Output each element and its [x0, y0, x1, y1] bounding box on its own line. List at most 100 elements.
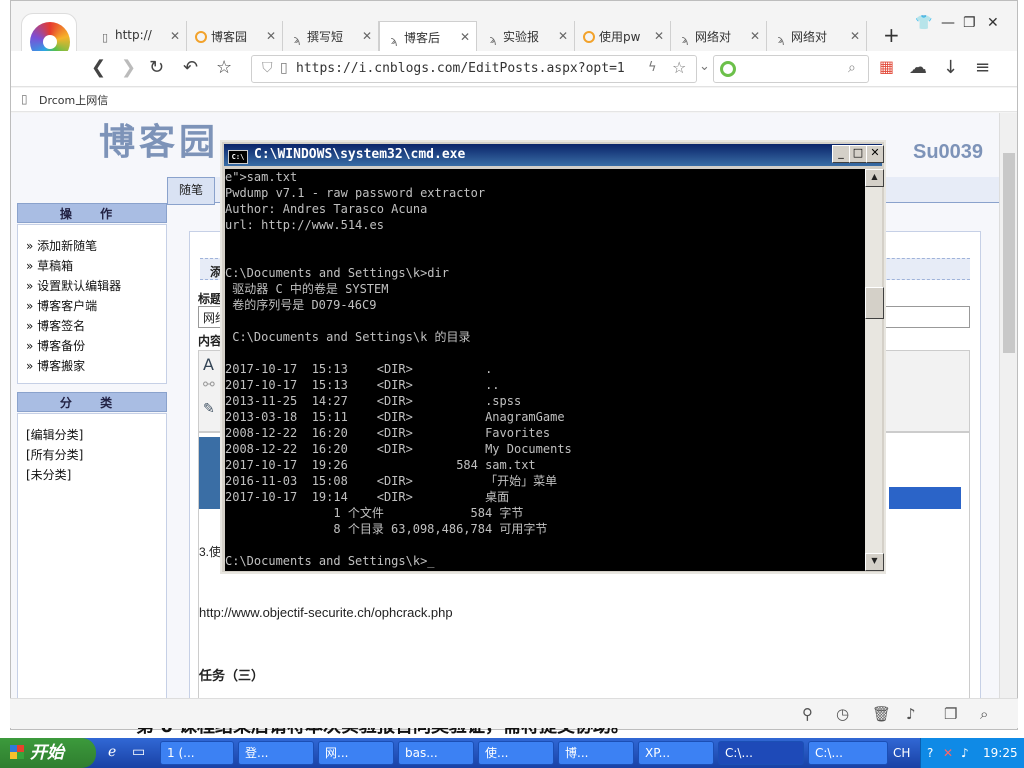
circle-icon [583, 31, 595, 43]
star-icon[interactable]: ☆ [216, 57, 232, 78]
user-name[interactable]: Su0039 [913, 141, 983, 164]
trash-icon[interactable]: 🗑 [872, 705, 891, 723]
ops-item-add-post[interactable]: » 添加新随笔 [26, 237, 97, 254]
link-icon[interactable]: ⚯ [203, 377, 215, 393]
page-icon: ▯ [101, 31, 109, 44]
undo-icon[interactable]: ↶ [183, 57, 198, 78]
back-icon[interactable]: ❮ [91, 57, 106, 78]
close-icon[interactable]: ✕ [170, 29, 180, 43]
paw-icon: ϡ [390, 34, 398, 47]
edit-icon[interactable]: ✎ [203, 401, 215, 417]
window-icon[interactable]: ❐ [944, 705, 957, 723]
scroll-down-icon[interactable]: ▼ [865, 553, 884, 571]
close-icon[interactable]: ✕ [558, 29, 568, 43]
cmd-title: C:\WINDOWS\system32\cmd.exe [254, 147, 466, 162]
ops-item-signature[interactable]: » 博客签名 [26, 317, 85, 334]
new-tab-button[interactable]: + [883, 23, 900, 47]
speed-icon[interactable]: ◷ [836, 705, 849, 723]
category-all[interactable]: [所有分类] [26, 446, 83, 463]
tab-network-1[interactable]: ϡ 网络对 ✕ [671, 21, 767, 51]
task-blog[interactable]: 博... [558, 741, 634, 765]
show-desktop-icon[interactable]: ▭ [132, 744, 145, 760]
close-icon[interactable]: ✕ [850, 29, 860, 43]
tab-posts[interactable]: 随笔 [167, 177, 215, 205]
paw-icon: ϡ [777, 33, 785, 46]
close-icon[interactable]: ✕ [362, 29, 372, 43]
ops-item-drafts[interactable]: » 草稿箱 [26, 257, 73, 274]
bookmark-star-icon[interactable]: ☆ [672, 58, 686, 77]
start-button[interactable]: 开始 [0, 738, 96, 768]
minimize-icon[interactable]: — [941, 15, 955, 31]
download-icon[interactable]: ↓ [943, 57, 958, 78]
ops-item-move[interactable]: » 博客搬家 [26, 357, 85, 374]
cmd-maximize-button[interactable]: □ [849, 145, 867, 163]
chevron-down-icon[interactable]: ⌄ [699, 59, 710, 74]
paw-icon: ϡ [681, 33, 689, 46]
ops-item-backup[interactable]: » 博客备份 [26, 337, 85, 354]
network-off-icon[interactable]: ✕ [943, 738, 953, 768]
ophcrack-link[interactable]: http://www.objectif-securite.ch/ophcrack… [199, 605, 453, 620]
cmd-close-button[interactable]: ✕ [866, 145, 884, 163]
category-edit[interactable]: [编辑分类] [26, 426, 83, 443]
close-window-icon[interactable]: ✕ [987, 15, 999, 31]
category-uncategorized[interactable]: [未分类] [26, 466, 71, 483]
font-color-icon[interactable]: A [203, 355, 214, 374]
search-icon[interactable]: ⌕ [848, 60, 856, 76]
page-scrollbar[interactable] [999, 113, 1017, 699]
nav-bar: ❮ ❯ ↻ ↶ ☆ ⛉ ▯ https://i.cnblogs.com/Edit… [11, 51, 1017, 87]
address-bar[interactable]: ⛉ ▯ https://i.cnblogs.com/EditPosts.aspx… [251, 55, 697, 83]
scroll-thumb[interactable] [1003, 153, 1015, 353]
task-bas[interactable]: bas... [398, 741, 474, 765]
search-input[interactable]: ⌕ [713, 55, 869, 83]
url-text: https://i.cnblogs.com/EditPosts.aspx?opt… [296, 61, 625, 76]
title-label: 标题 [198, 292, 223, 306]
close-icon[interactable]: ✕ [266, 29, 276, 43]
tab-blog-admin[interactable]: ϡ 博客后 ✕ [379, 21, 477, 51]
close-icon[interactable]: ✕ [460, 30, 470, 44]
tab-network-2[interactable]: ϡ 网络对 ✕ [767, 21, 867, 51]
task-heading: 任务（三） [199, 669, 265, 684]
scroll-up-icon[interactable]: ▲ [865, 169, 884, 187]
tab-write[interactable]: ϡ 撰写短 ✕ [283, 21, 379, 51]
task-cmd[interactable]: C:\... [718, 741, 804, 765]
ops-header: 操 作 [17, 203, 167, 223]
task-explorer[interactable]: C:\... [808, 741, 888, 765]
tab-report[interactable]: ϡ 实验报 ✕ [479, 21, 575, 51]
language-indicator[interactable]: CH [893, 738, 910, 768]
close-icon[interactable]: ✕ [654, 29, 664, 43]
tab-cnblogs[interactable]: 博客园 ✕ [187, 21, 283, 51]
task-use[interactable]: 使... [478, 741, 554, 765]
task-word[interactable]: 1 (... [160, 741, 234, 765]
ops-item-client[interactable]: » 博客客户端 [26, 297, 97, 314]
task-network[interactable]: 网... [318, 741, 394, 765]
cloud-icon[interactable]: ☁ [909, 57, 927, 78]
lightning-icon[interactable]: ϟ [648, 60, 657, 75]
tab-http[interactable]: ▯ http://✕ [91, 21, 187, 51]
ie-icon[interactable]: ℯ [108, 744, 116, 760]
reload-icon[interactable]: ↻ [149, 57, 164, 78]
cmd-minimize-button[interactable]: _ [832, 145, 850, 163]
bookmark-drcom[interactable]: Drcom上网信 [39, 92, 108, 108]
zoom-icon[interactable]: ⌕ [980, 705, 988, 723]
menu-icon[interactable]: ≡ [975, 57, 990, 78]
cmd-scrollbar[interactable]: ▲ ▼ [865, 169, 884, 571]
cmd-window[interactable]: C:\ C:\WINDOWS\system32\cmd.exe _ □ ✕ e">… [220, 140, 886, 574]
maximize-icon[interactable]: ❐ [963, 15, 976, 31]
cmd-scroll-thumb[interactable] [865, 287, 884, 319]
apps-icon[interactable]: ▦ [879, 57, 894, 76]
tab-pwdump[interactable]: 使用pw ✕ [575, 21, 671, 51]
close-icon[interactable]: ✕ [750, 29, 760, 43]
cmd-console[interactable]: e">sam.txt Pwdump v7.1 - raw password ex… [225, 169, 865, 571]
help-icon[interactable]: ? [927, 738, 933, 768]
forward-icon[interactable]: ❯ [121, 57, 136, 78]
volume-icon[interactable]: ♪ [961, 738, 969, 768]
task-login[interactable]: 登... [238, 741, 314, 765]
ops-item-default-editor[interactable]: » 设置默认编辑器 [26, 277, 121, 294]
pin-icon[interactable]: ⚲ [802, 705, 813, 723]
task-xp[interactable]: XP... [638, 741, 714, 765]
tab-bar: ▯ http://✕ 博客园 ✕ ϡ 撰写短 ✕ ϡ 博客后 ✕ ϡ 实验报 ✕ 使用pw ✕ ϡ… [11, 1, 1017, 69]
category-header: 分 类 [17, 392, 167, 412]
sound-icon[interactable]: ♪ [906, 705, 916, 723]
cmd-titlebar[interactable]: C:\ C:\WINDOWS\system32\cmd.exe [224, 144, 882, 166]
shirt-icon[interactable]: 👕 [915, 15, 932, 31]
